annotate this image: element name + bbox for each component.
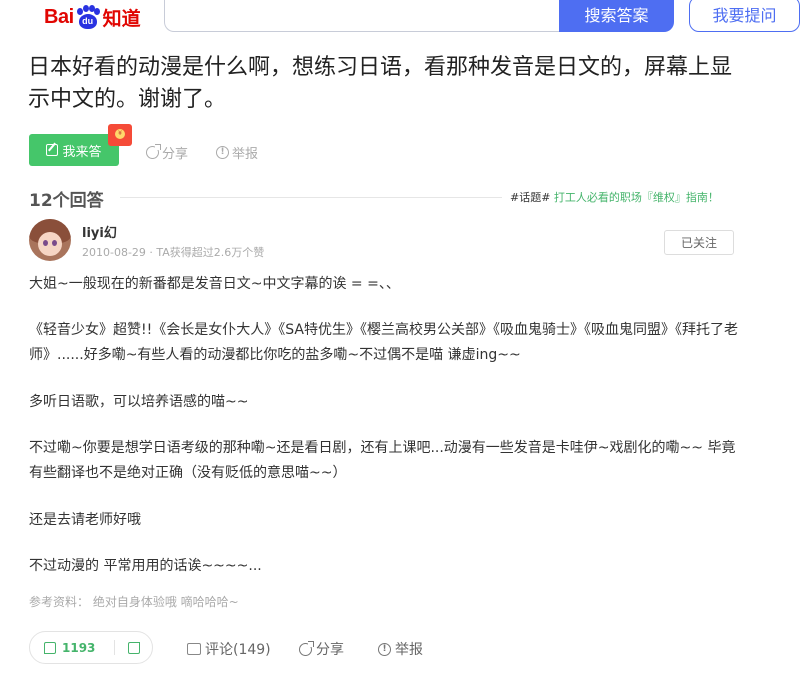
avatar[interactable]: [29, 219, 71, 261]
thumbs-up-icon: [44, 641, 56, 654]
search-answer-button[interactable]: 搜索答案: [559, 0, 674, 32]
answer-paragraph: 多听日语歌，可以培养语感的喵~~: [29, 394, 249, 410]
vote-widget: 1193: [29, 631, 153, 664]
edit-icon: [46, 144, 59, 156]
follow-button[interactable]: 已关注: [664, 230, 734, 255]
reference: 参考资料： 绝对自身体验哦 嘀哈哈哈~: [29, 595, 239, 609]
question-share-button[interactable]: 分享: [146, 143, 188, 162]
topic-hash: #话题#: [510, 191, 551, 204]
paw-icon: du: [76, 5, 100, 29]
answer-paragraph: 不过嘞~你要是想学日语考级的那种嘞~还是看日剧，还有上课吧...动漫有一些发音是…: [29, 440, 736, 481]
red-envelope-icon[interactable]: ¥: [108, 124, 132, 146]
topic-text: 打工人必看的职场『维权』指南！: [550, 191, 719, 204]
answer-paragraph: 还是去请老师好哦: [29, 512, 141, 528]
topic-link[interactable]: #话题# 打工人必看的职场『维权』指南！: [510, 189, 719, 205]
answer-count: 12个回答: [29, 191, 104, 211]
question-share-label: 分享: [162, 147, 189, 162]
answer-meta: 2010-08-29 · TA获得超过2.6万个赞: [82, 246, 265, 259]
logo-zhidao-text: 知道: [102, 7, 141, 30]
username[interactable]: liyi幻: [82, 222, 117, 241]
share-icon: [146, 144, 161, 159]
answer-share-label: 分享: [316, 642, 344, 658]
answer-paragraph: 《轻音少女》超赞!!《会长是女仆大人》《SA特优生》《樱兰高校男公关部》《吸血鬼…: [29, 322, 738, 363]
report-icon: !: [216, 146, 229, 159]
ask-question-button[interactable]: 我要提问: [689, 0, 800, 32]
question-report-label: 举报: [232, 147, 259, 162]
answer-paragraph: 大姐~一般现在的新番都是发音日文~中文字幕的诶 = =、、: [29, 276, 400, 292]
comment-button[interactable]: 评论(149): [187, 639, 271, 659]
logo-bai-text: Bai: [44, 5, 74, 28]
dislike-button[interactable]: [115, 641, 152, 654]
logo-du-text: du: [82, 16, 94, 26]
like-button[interactable]: 1193: [30, 641, 114, 655]
like-count: 1193: [62, 640, 96, 655]
report-icon: !: [378, 642, 391, 656]
search-input[interactable]: [164, 0, 560, 32]
baidu-zhidao-logo[interactable]: Bai du 知道: [44, 4, 141, 30]
answer-button[interactable]: 我来答: [29, 134, 119, 166]
answer-report-label: 举报: [395, 642, 423, 658]
question-report-button[interactable]: ! 举报: [216, 143, 258, 162]
divider: [120, 197, 502, 198]
comment-icon: [187, 643, 201, 655]
answer-paragraph: 不过动漫的 平常用用的话诶~~~~...: [29, 558, 262, 574]
comment-label: 评论(149): [205, 642, 271, 658]
thumbs-down-icon: [127, 641, 140, 654]
share-icon: [299, 640, 314, 656]
answer-report-button[interactable]: ! 举报: [378, 639, 423, 659]
answer-button-label: 我来答: [62, 144, 102, 160]
answer-share-button[interactable]: 分享: [299, 639, 344, 659]
question-title: 日本好看的动漫是什么啊，想练习日语，看那种发音是日文的，屏幕上显示中文的。谢谢了…: [28, 55, 733, 112]
top-bar: Bai du 知道 搜索答案 我要提问: [0, 0, 802, 36]
